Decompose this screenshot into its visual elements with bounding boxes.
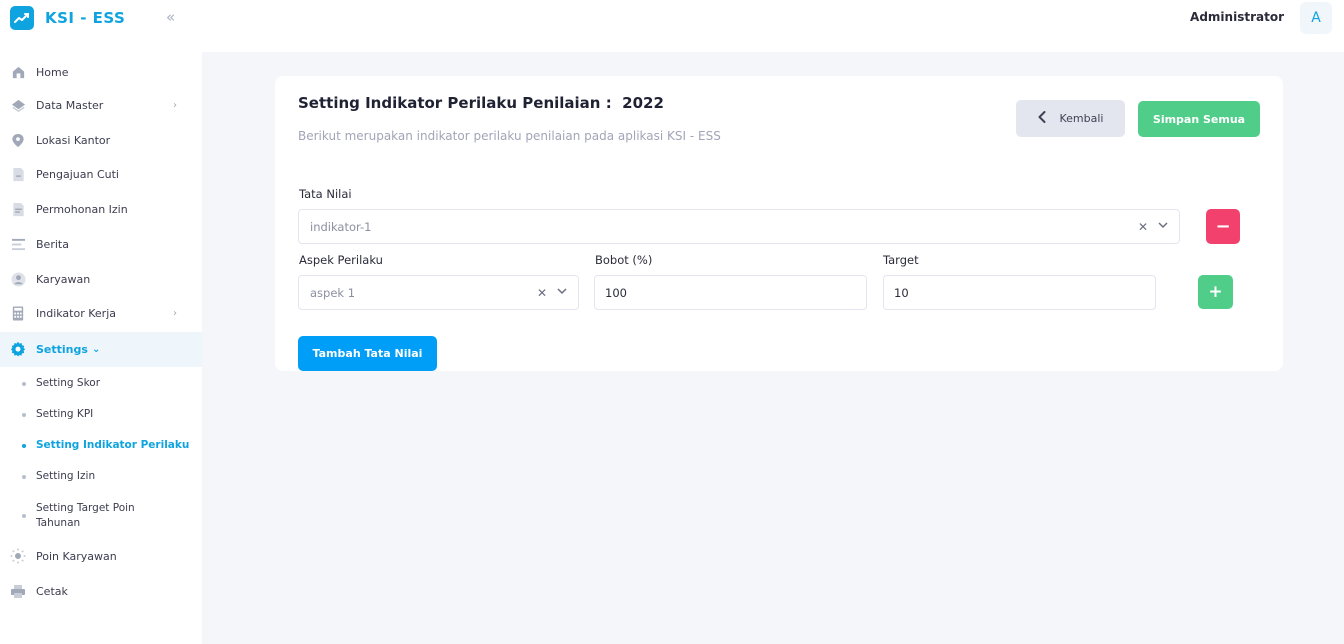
add-aspek-button[interactable]: + <box>1198 275 1233 309</box>
sidebar-item-data-master[interactable]: Data Master › <box>0 88 202 122</box>
sidebar-item-permohonan-izin[interactable]: Permohonan Izin <box>0 192 202 226</box>
sidebar-subitem-setting-indikator-perilaku[interactable]: Setting Indikator Perilaku <box>0 438 202 453</box>
sidebar-item-label: Poin Karyawan <box>36 549 117 563</box>
sidebar-subitem-setting-kpi[interactable]: Setting KPI <box>0 407 202 422</box>
sidebar-item-berita[interactable]: Berita <box>0 227 202 261</box>
printer-icon <box>10 583 26 599</box>
list-icon <box>10 236 26 252</box>
brand[interactable]: KSI - ESS <box>10 6 125 30</box>
page-subtitle: Berikut merupakan indikator perilaku pen… <box>298 129 721 143</box>
home-icon <box>10 64 26 80</box>
page-title: Setting Indikator Perilaku Penilaian : 2… <box>298 94 664 112</box>
save-all-button[interactable]: Simpan Semua <box>1138 101 1260 137</box>
bullet-dot <box>22 413 26 417</box>
sidebar-subitem-setting-izin[interactable]: Setting Izin <box>0 469 202 484</box>
settings-card: Setting Indikator Perilaku Penilaian : 2… <box>275 76 1283 371</box>
sidebar-item-settings-label-wrap: Settings ⌄ <box>36 343 100 356</box>
tata-nilai-select[interactable]: indikator-1 ✕ <box>298 209 1180 244</box>
sidebar-item-label: Settings <box>36 343 88 356</box>
sidebar-subitem-label: Setting Target Poin Tahunan <box>36 502 135 529</box>
sidebar-subitem-setting-skor[interactable]: Setting Skor <box>0 376 202 391</box>
double-chevron-left-icon[interactable]: « <box>166 9 180 25</box>
avatar[interactable]: A <box>1300 2 1332 34</box>
aspek-perilaku-value: aspek 1 <box>310 285 356 300</box>
tata-nilai-label: Tata Nilai <box>299 187 352 201</box>
clear-icon[interactable]: ✕ <box>537 286 547 300</box>
sidebar-item-home[interactable]: Home <box>0 55 202 89</box>
user-name[interactable]: Administrator <box>1190 10 1284 24</box>
sidebar-item-pengajuan-cuti[interactable]: Pengajuan Cuti <box>0 157 202 191</box>
calculator-icon <box>10 305 26 321</box>
chevron-down-icon[interactable] <box>1158 221 1168 232</box>
bobot-input[interactable] <box>594 275 867 310</box>
sidebar-item-label: Berita <box>36 237 69 251</box>
user-icon <box>10 271 26 287</box>
chevron-down-icon: ⌄ <box>91 344 101 355</box>
sidebar-item-settings[interactable]: Settings ⌄ <box>0 332 202 367</box>
chevron-down-icon[interactable] <box>557 287 567 298</box>
sidebar-item-label: Cetak <box>36 584 68 598</box>
sidebar-item-label: Home <box>36 65 69 79</box>
layers-icon <box>10 97 26 113</box>
sidebar-subitem-label: Setting Skor <box>36 377 101 389</box>
sidebar-subitem-label: Setting Indikator Perilaku <box>36 439 190 451</box>
trend-chart-icon <box>10 6 34 30</box>
back-button[interactable]: Kembali <box>1016 100 1125 137</box>
sidebar-item-label: Karyawan <box>36 272 91 286</box>
bobot-label: Bobot (%) <box>595 253 653 267</box>
sidebar-item-label: Permohonan Izin <box>36 202 128 216</box>
document-icon <box>10 166 26 182</box>
bullet-dot <box>22 475 26 479</box>
document-lines-icon <box>10 201 26 217</box>
target-input[interactable] <box>883 275 1156 310</box>
aspek-perilaku-select[interactable]: aspek 1 ✕ <box>298 275 579 310</box>
map-pin-icon <box>10 132 26 148</box>
sidebar-item-karyawan[interactable]: Karyawan <box>0 262 202 296</box>
bullet-dot <box>22 444 26 448</box>
brand-name: KSI - ESS <box>45 9 126 27</box>
chevron-left-icon <box>1038 110 1046 127</box>
bullet-dot <box>22 514 26 518</box>
aspek-perilaku-label: Aspek Perilaku <box>299 253 383 267</box>
chevron-right-icon: › <box>173 99 177 111</box>
gear-icon <box>10 341 26 357</box>
chevron-right-icon: › <box>173 307 177 319</box>
sidebar-subitem-label: Setting KPI <box>36 408 94 420</box>
add-tata-nilai-button[interactable]: Tambah Tata Nilai <box>298 336 437 371</box>
target-label: Target <box>883 253 919 267</box>
bullet-dot <box>22 382 26 386</box>
sidebar-item-label: Data Master <box>36 98 104 112</box>
sidebar-item-poin-karyawan[interactable]: Poin Karyawan <box>0 539 202 573</box>
sidebar-item-indikator-kerja[interactable]: Indikator Kerja › <box>0 296 202 330</box>
sidebar-subitem-label: Setting Izin <box>36 470 96 482</box>
back-button-label: Kembali <box>1059 112 1104 125</box>
topbar: Administrator A <box>202 0 1344 52</box>
remove-tata-nilai-button[interactable]: − <box>1206 209 1240 244</box>
sidebar: KSI - ESS « Home Data Master › Lokasi Ka… <box>0 0 202 644</box>
sidebar-item-label: Lokasi Kantor <box>36 133 111 147</box>
clear-icon[interactable]: ✕ <box>1138 220 1148 234</box>
sidebar-item-label: Pengajuan Cuti <box>36 167 119 181</box>
sidebar-item-label: Indikator Kerja <box>36 306 116 320</box>
sidebar-item-lokasi-kantor[interactable]: Lokasi Kantor <box>0 123 202 157</box>
sidebar-subitem-setting-target-poin-tahunan[interactable]: Setting Target Poin Tahunan <box>0 501 202 531</box>
sidebar-item-cetak[interactable]: Cetak <box>0 574 202 608</box>
tata-nilai-value: indikator-1 <box>310 219 372 234</box>
sun-icon <box>10 548 26 564</box>
